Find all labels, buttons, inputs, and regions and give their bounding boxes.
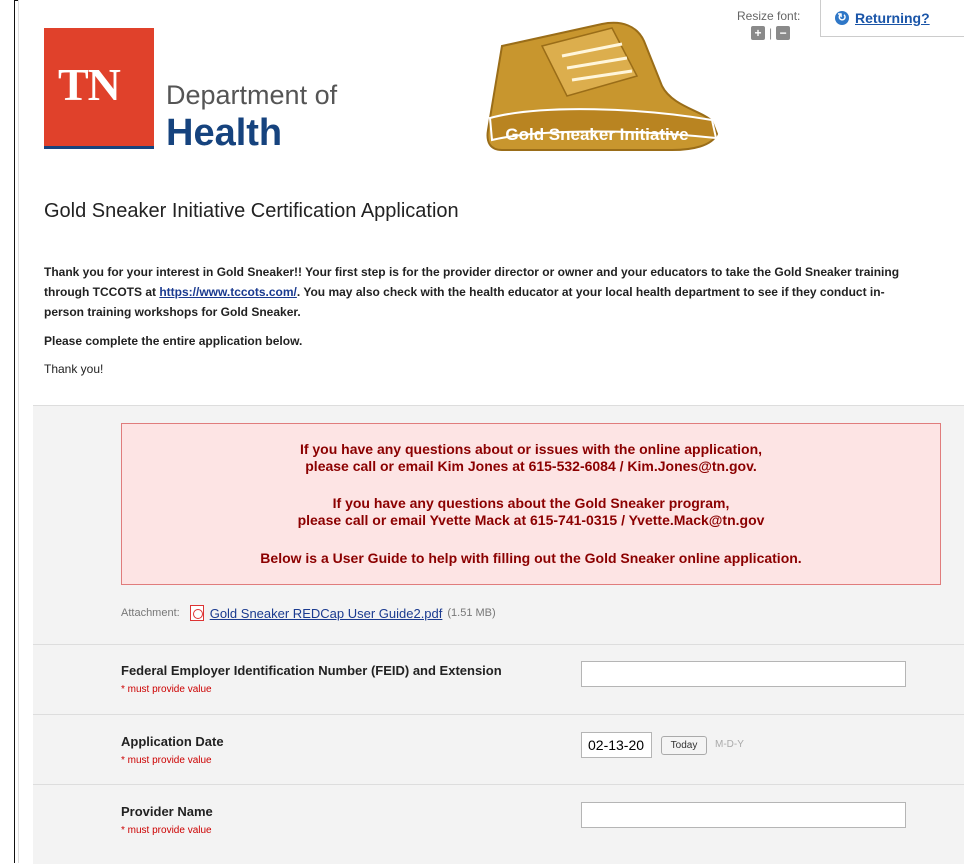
date-row [33, 714, 964, 785]
feid-required: * must provide value [121, 684, 212, 695]
tccots-link[interactable]: https://www.tccots.com/ [159, 285, 297, 299]
returning-link[interactable]: Returning? [855, 10, 930, 26]
feid-input[interactable] [581, 661, 906, 687]
attachment-size: (1.51 MB) [447, 607, 496, 619]
alert-line-5: Below is a User Guide to help with filli… [260, 550, 802, 566]
alert-paragraph-2: If you have any questions about the Gold… [122, 495, 940, 529]
provider-name-input[interactable] [581, 802, 906, 828]
tn-logo-text: TN [58, 59, 121, 110]
pdf-icon [189, 605, 204, 621]
attachment-link[interactable]: Gold Sneaker REDCap User Guide2.pdf [210, 606, 443, 621]
alert-line-1: If you have any questions about or issue… [299, 441, 763, 457]
provider-required: * must provide value [121, 825, 212, 836]
today-button[interactable]: Today [661, 736, 707, 755]
provider-label: Provider Name [121, 804, 213, 819]
date-format-hint: M-D-Y [715, 739, 744, 750]
thanks-text: Thank you! [44, 362, 104, 376]
feid-label: Federal Employer Identification Number (… [121, 663, 502, 678]
date-required: * must provide value [121, 755, 212, 766]
alert-line-3: If you have any questions about the Gold… [332, 495, 730, 511]
alert-line-2: please call or email Kim Jones at 615-53… [305, 458, 757, 474]
attachment-label: Attachment: [121, 607, 180, 619]
gold-sneaker-logo-text: Gold Sneaker Initiative [505, 125, 688, 144]
date-label: Application Date [121, 734, 224, 749]
logo-department: Department of [166, 80, 338, 110]
logo-health: Health [166, 112, 283, 154]
alert-line-4: please call or email Yvette Mack at 615-… [297, 512, 765, 528]
resize-font-label: Resize font: [737, 9, 801, 23]
alert-paragraph-1: If you have any questions about or issue… [122, 441, 940, 475]
tn-logo: TN [44, 28, 154, 146]
font-increase-button[interactable]: + [751, 26, 765, 40]
complete-instruction: Please complete the entire application b… [44, 334, 303, 348]
contact-alert-box: If you have any questions about or issue… [121, 423, 941, 585]
resize-font-controls: + | − [751, 26, 791, 40]
application-date-input[interactable] [581, 732, 652, 758]
logo-underline [44, 146, 154, 149]
gold-sneaker-logo: Gold Sneaker Initiative [486, 21, 719, 151]
font-decrease-button[interactable]: − [776, 26, 791, 40]
attachment-row: Attachment: Gold Sneaker REDCap User Gui… [121, 605, 496, 621]
refresh-icon: ↻ [835, 11, 849, 25]
alert-paragraph-3: Below is a User Guide to help with filli… [122, 550, 940, 567]
intro-paragraph: Thank you for your interest in Gold Snea… [44, 262, 924, 322]
resize-separator: | [769, 26, 773, 40]
returning-box: ↻ Returning? [820, 0, 964, 37]
page-title: Gold Sneaker Initiative Certification Ap… [44, 200, 459, 222]
